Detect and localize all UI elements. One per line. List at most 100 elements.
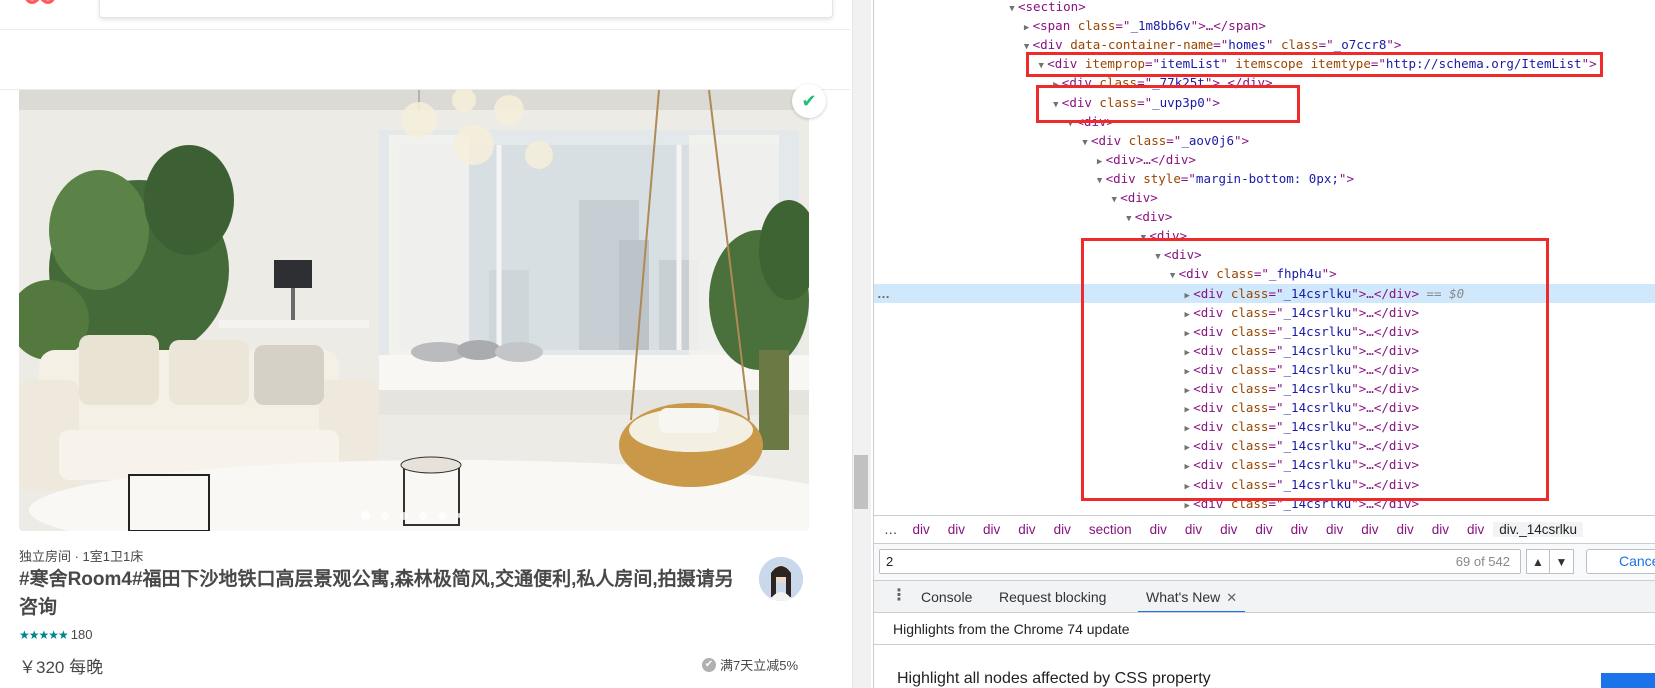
search-bar[interactable]: [99, 0, 833, 18]
photo-dot[interactable]: [419, 511, 427, 520]
photo-pagination[interactable]: [361, 511, 462, 520]
highlight-box-uvp3p0: [1036, 85, 1300, 123]
dom-attr-value: margin-bottom: 0px;: [1195, 170, 1339, 186]
listing-photo[interactable]: [19, 90, 809, 531]
dom-attr-value: _1m8bb6v: [1130, 18, 1191, 34]
tab-whats-new[interactable]: What's New ✕: [1138, 581, 1246, 613]
dom-tag-end: >: [1164, 209, 1173, 225]
dom-node-row[interactable]: ▶ <div>…</div>: [874, 150, 1655, 169]
dom-tag-end: >: [1393, 37, 1402, 53]
breadcrumb-current[interactable]: div._14csrlku: [1493, 522, 1584, 537]
rating-count: 180: [70, 627, 93, 642]
dom-tag-end: >: [1346, 170, 1354, 186]
dom-node-row[interactable]: ▼ <section>: [874, 0, 1655, 16]
whats-new-header: Highlights from the Chrome 74 update: [874, 612, 1655, 645]
page-scrollbar-thumb[interactable]: [854, 455, 868, 509]
dom-node-row[interactable]: ▼ <div class="_aov0j6">: [874, 131, 1655, 150]
listing-title[interactable]: #寒舍Room4#福田下沙地铁口高层景观公寓,森林极简风,交通便利,私人房间,拍…: [19, 566, 739, 622]
breadcrumb: … div div div div div section div div div div div di…: [874, 515, 1655, 543]
dom-attr-name: class: [1070, 18, 1116, 34]
dom-node-row[interactable]: ▼ <div style="margin-bottom: 0px;">: [874, 169, 1655, 188]
dom-node-row[interactable]: ▶ <span class="_1m8bb6v">…</span>: [874, 16, 1655, 35]
breadcrumb-item[interactable]: div: [1317, 522, 1352, 537]
dom-tag: <div: [1105, 170, 1136, 186]
breadcrumb-item[interactable]: div: [939, 522, 974, 537]
dom-attr-quote: ": [1234, 132, 1242, 148]
dom-attr-name: class: [1121, 132, 1167, 148]
dom-attr-name: style: [1135, 170, 1181, 186]
photo-dot[interactable]: [438, 511, 446, 520]
breadcrumb-item[interactable]: div: [1009, 522, 1044, 537]
match-count: 69 of 542: [1455, 554, 1510, 569]
dom-attr-eq: =": [1115, 18, 1131, 34]
tab-request-blocking[interactable]: Request blocking: [999, 581, 1106, 613]
page-scrollbar[interactable]: [852, 0, 871, 688]
breadcrumb-item[interactable]: div: [1211, 522, 1246, 537]
dom-tag-end: >: [1241, 132, 1250, 148]
photo-dot[interactable]: [400, 511, 408, 520]
photo-dot[interactable]: [381, 511, 389, 520]
dom-tag: <div: [1134, 209, 1165, 225]
airbnb-logo-icon[interactable]: [20, 0, 60, 8]
whats-new-feature-image: [1601, 673, 1655, 688]
arrow-down-icon[interactable]: ▼: [1550, 549, 1574, 574]
tab-console[interactable]: Console: [921, 581, 972, 613]
dom-tag-end: >…</div>: [1135, 151, 1196, 167]
whats-new-feature-title[interactable]: Highlight all nodes affected by CSS prop…: [897, 670, 1211, 688]
breadcrumb-item[interactable]: div: [1045, 522, 1080, 537]
close-icon[interactable]: ✕: [1226, 590, 1237, 605]
breadcrumb-item[interactable]: div: [1387, 522, 1422, 537]
breadcrumb-item[interactable]: section: [1080, 522, 1141, 537]
breadcrumb-item[interactable]: div: [1141, 522, 1176, 537]
photo-dot[interactable]: [361, 511, 370, 520]
dom-attr-eq: =": [1166, 132, 1182, 148]
dom-tag: <div: [1105, 151, 1136, 167]
dom-tag: <section: [1018, 0, 1079, 14]
breadcrumb-item[interactable]: div: [1176, 522, 1211, 537]
discount-text: 满7天立减5%: [720, 658, 799, 673]
room-type: 独立房间 · 1室1卫1床: [19, 549, 144, 564]
highlight-box-children: [1081, 238, 1549, 501]
cancel-button[interactable]: Cancel: [1586, 549, 1655, 574]
find-input[interactable]: 2 69 of 542: [879, 549, 1521, 574]
web-page: ✔ 独立房间 · 1室1卫1床 #寒舍Room4#福田下沙地铁口高层景观公寓,森…: [0, 0, 850, 688]
dom-attr-name: class: [1273, 37, 1319, 53]
breadcrumb-item[interactable]: div: [904, 522, 939, 537]
discount-check-icon: ✔: [702, 657, 716, 672]
price: ￥320 每晚: [19, 658, 104, 677]
arrow-up-icon[interactable]: ▲: [1526, 549, 1550, 574]
breadcrumb-item[interactable]: div: [1458, 522, 1493, 537]
find-input-value: 2: [886, 554, 894, 569]
dom-attr-value: homes: [1228, 37, 1266, 53]
drawer-menu-icon[interactable]: ⋮: [891, 587, 907, 605]
tab-whats-new-label: What's New: [1146, 589, 1221, 605]
dom-attr-value: _aov0j6: [1181, 132, 1235, 148]
dom-attr-eq: =": [1213, 37, 1229, 53]
find-bar: 2 69 of 542 ▲ ▼ Cancel: [874, 543, 1655, 580]
breadcrumb-more[interactable]: …: [874, 522, 904, 537]
breadcrumb-item[interactable]: div: [1423, 522, 1458, 537]
breadcrumb-item[interactable]: div: [1246, 522, 1281, 537]
breadcrumb-item[interactable]: div: [974, 522, 1009, 537]
avatar[interactable]: [759, 557, 803, 601]
dom-tag: <span: [1032, 18, 1071, 34]
verified-check-icon: ✔: [792, 84, 826, 118]
dom-tag: <div: [1120, 190, 1151, 205]
highlight-box-itemlist: [1026, 52, 1603, 77]
dom-attr-name: data-container-name: [1062, 37, 1214, 53]
discount-badge: ✔ 满7天立减5%: [702, 655, 798, 674]
drawer-tabs: ⋮ Console Request blocking What's New ✕: [874, 580, 1655, 613]
dom-node-row[interactable]: ▼ <div>: [874, 188, 1655, 207]
rating-stars: ★★★★★: [19, 627, 69, 642]
selected-node-marker[interactable]: …: [877, 286, 891, 301]
dom-tag: <div: [1032, 37, 1063, 53]
dom-node-row[interactable]: ▼ <div>: [874, 207, 1655, 226]
photo-dot[interactable]: [457, 513, 462, 518]
dom-attr-eq: =": [1318, 37, 1334, 53]
breadcrumb-item[interactable]: div: [1352, 522, 1387, 537]
breadcrumb-item[interactable]: div: [1282, 522, 1317, 537]
dom-attr-value: _o7ccr8: [1333, 37, 1387, 53]
dom-attr-quote: ": [1386, 37, 1394, 53]
header-divider: [0, 29, 850, 30]
rating: ★★★★★ 180: [19, 627, 93, 642]
